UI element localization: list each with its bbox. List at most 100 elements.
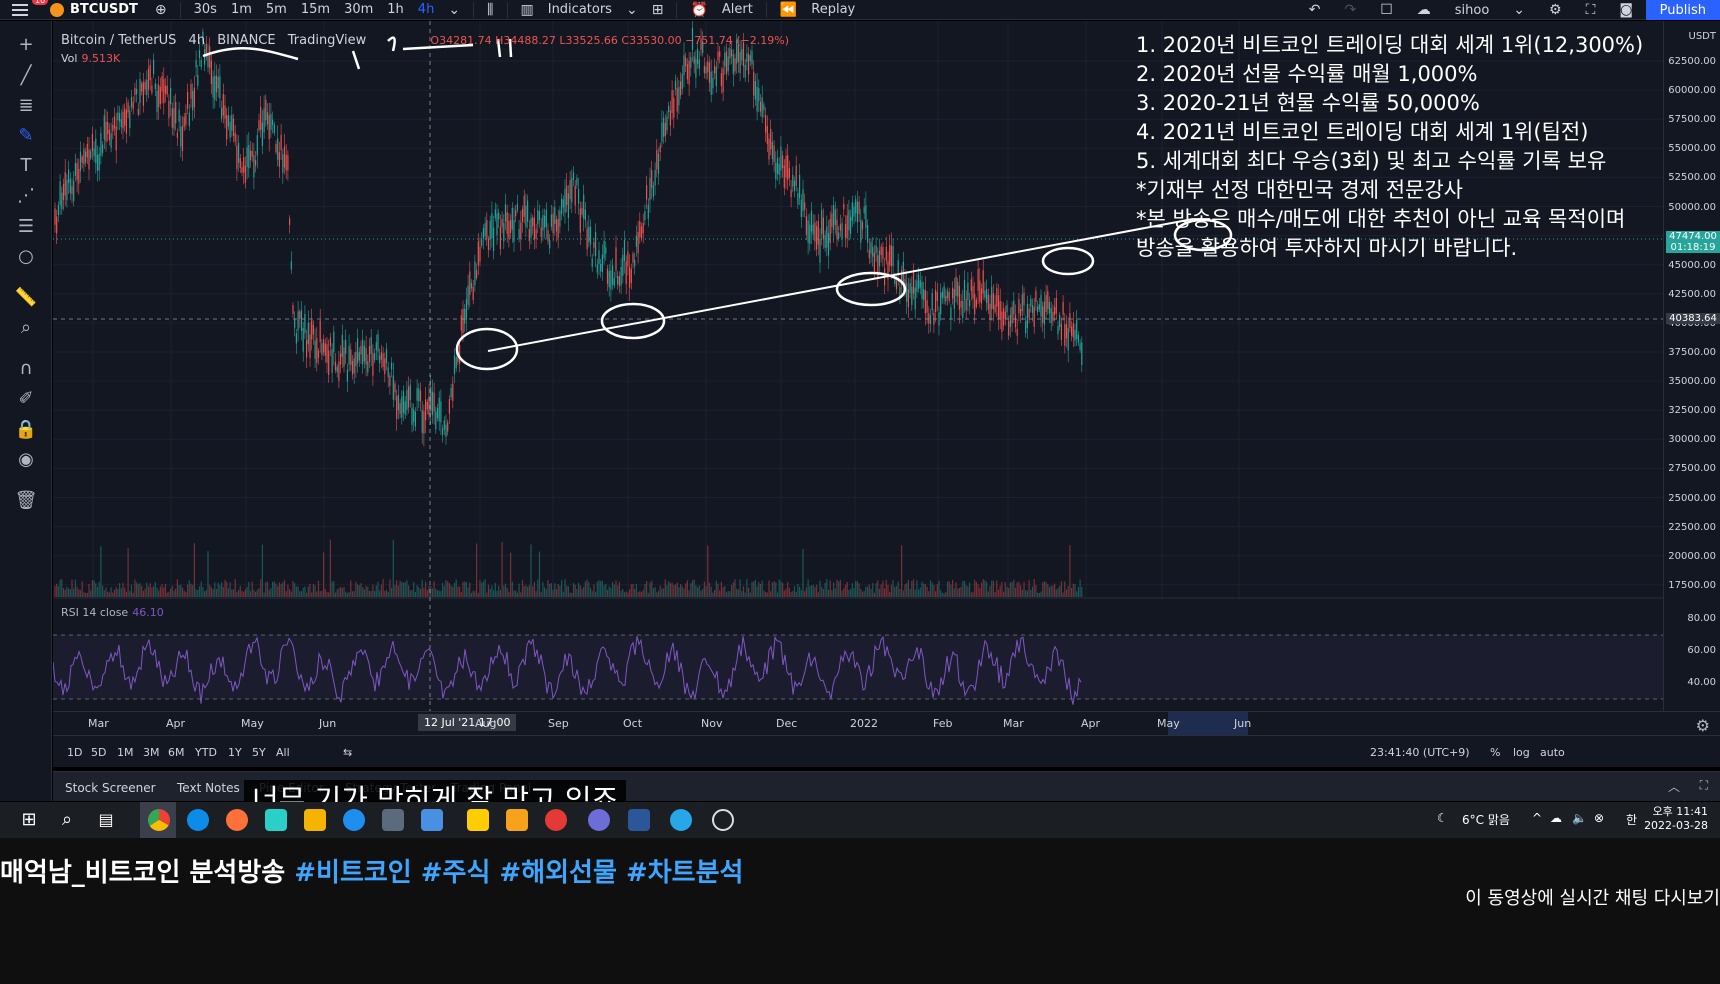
ime-indicator[interactable]: 한 (1626, 811, 1637, 828)
chevron-down-icon[interactable]: ⌄ (619, 2, 645, 18)
volume-bar (503, 585, 505, 597)
windows-start-icon[interactable]: ⊞ (18, 809, 40, 831)
chevron-up-icon[interactable]: ︿ (1668, 778, 1680, 795)
interval-5m[interactable]: 5m (259, 2, 294, 17)
calculator-icon[interactable] (421, 809, 443, 831)
app-icon[interactable] (588, 809, 610, 831)
range-button-3m[interactable]: 3M (143, 746, 160, 759)
gear-icon[interactable]: ⚙ (1696, 716, 1710, 735)
range-button-5d[interactable]: 5D (91, 746, 106, 759)
publish-button[interactable]: Publish (1645, 0, 1720, 20)
task-view-icon[interactable]: ▤ (95, 809, 117, 831)
volume-bar (676, 582, 678, 597)
status-icon[interactable]: ⊗ (1594, 811, 1604, 825)
chevron-up-icon[interactable]: ^ (1532, 811, 1542, 825)
range-button-ytd[interactable]: YTD (195, 746, 217, 759)
volume-bar (736, 588, 738, 597)
word-icon[interactable] (628, 809, 650, 831)
session-clock[interactable]: 23:41:40 (UTC+9) (1370, 746, 1470, 759)
divider (179, 1, 181, 18)
chevron-down-icon[interactable]: ⌄ (441, 2, 467, 18)
auto-toggle[interactable]: auto (1540, 746, 1565, 759)
fib-icon[interactable]: ≣ (14, 94, 38, 118)
symbol-search[interactable]: BTCUSDT (40, 2, 148, 17)
magnet-icon[interactable]: ∩ (14, 357, 38, 381)
obs-icon[interactable] (712, 809, 734, 831)
maximize-icon[interactable]: ⛶ (1700, 778, 1708, 793)
layout-name[interactable]: sihoo (1448, 3, 1497, 18)
range-button-1y[interactable]: 1Y (228, 746, 242, 759)
percent-toggle[interactable]: % (1490, 746, 1500, 759)
interval-4h[interactable]: 4h (411, 2, 442, 17)
interval-30m[interactable]: 30m (337, 2, 380, 17)
volume-bar (419, 588, 422, 597)
volume-bar (272, 581, 274, 597)
indicators-button[interactable]: Indicators (541, 2, 619, 17)
volume-bar (402, 582, 405, 597)
app-icon[interactable] (506, 809, 528, 831)
eye-icon[interactable]: ◉ (14, 448, 38, 472)
compare-plus-icon[interactable]: ⊕ (148, 2, 174, 18)
kakaotalk-icon[interactable] (467, 809, 489, 831)
app-icon[interactable] (265, 809, 287, 831)
divider (473, 1, 475, 18)
volume-icon[interactable]: 🔈 (1572, 811, 1587, 825)
trash-icon[interactable]: 🗑 (14, 489, 38, 513)
replay-button[interactable]: Replay (804, 2, 862, 17)
lock-icon[interactable]: 🔒 (14, 418, 38, 442)
chart-pane[interactable]: Bitcoin / TetherUS 4h BINANCE TradingVie… (53, 21, 1663, 711)
weather[interactable]: 6°C 맑음 (1462, 811, 1510, 828)
forecast-icon[interactable]: ☰ (14, 215, 38, 239)
range-button-1m[interactable]: 1M (117, 746, 134, 759)
ie-icon[interactable] (343, 809, 365, 831)
interval-1h[interactable]: 1h (380, 2, 411, 17)
brush-icon[interactable]: ✎ (14, 124, 38, 148)
candles-icon[interactable]: ⫼ (480, 2, 500, 18)
alert-button[interactable]: Alert (715, 2, 760, 17)
telegram-icon[interactable] (670, 809, 692, 831)
range-button-1d[interactable]: 1D (67, 746, 82, 759)
goto-date-icon[interactable]: ⇆ (343, 746, 352, 759)
pattern-icon[interactable]: ⋰ (14, 184, 38, 208)
layout-grid-icon[interactable]: ⊞ (645, 2, 671, 18)
zoom-in-icon[interactable]: ⌕ (14, 316, 38, 340)
range-button-all[interactable]: All (276, 746, 290, 759)
shape-circle-icon[interactable]: ○ (14, 245, 38, 269)
chevron-down-icon[interactable]: ⌄ (1506, 2, 1532, 18)
range-button-6m[interactable]: 6M (168, 746, 185, 759)
volume-bar (867, 587, 869, 597)
ruler-icon[interactable]: 📏 (14, 286, 38, 310)
panel-tab[interactable]: Stock Screener (65, 781, 156, 795)
interval-1m[interactable]: 1m (224, 2, 259, 17)
chrome-icon[interactable] (148, 809, 170, 831)
video-hashtags[interactable]: #비트코인 #주식 #해외선물 #차트분석 (294, 858, 743, 888)
app-icon[interactable] (382, 809, 404, 831)
text-icon[interactable]: T (14, 154, 38, 178)
network-icon[interactable]: ☁ (1550, 811, 1562, 825)
fullscreen-icon[interactable]: ⛶ (1579, 2, 1603, 18)
undo-icon[interactable]: ↶ (1302, 2, 1328, 18)
search-icon[interactable]: ⌕ (56, 809, 78, 831)
interval-30s[interactable]: 30s (187, 2, 224, 17)
crosshair-icon[interactable]: + (14, 33, 38, 57)
time-axis[interactable]: 12 Jul '21 17:00 ⚙ Mar Apr May Jun Aug Sep Oct… (53, 711, 1720, 735)
redo-icon[interactable]: ↷ (1337, 2, 1363, 18)
pencil-lock-icon[interactable]: ✐ (14, 387, 38, 411)
firefox-icon[interactable] (226, 809, 248, 831)
edge-icon[interactable] (187, 809, 209, 831)
live-chat-replay[interactable]: 이 동영상에 실시간 채팅 다시보기 (1465, 884, 1720, 910)
price-axis[interactable]: USDT 62500.00 60000.00 57500.00 55000.00 525… (1663, 21, 1720, 711)
camera-icon[interactable]: ◙ (1612, 2, 1640, 18)
system-clock[interactable]: 오후 11:41 2022-03-28 (1644, 805, 1708, 833)
gear-icon[interactable]: ⚙ (1542, 2, 1569, 18)
log-toggle[interactable]: log (1513, 746, 1530, 759)
app-icon[interactable] (545, 809, 567, 831)
layout-square-icon[interactable]: ☐ (1373, 2, 1400, 18)
volume-bar (969, 582, 971, 597)
trendline-icon[interactable]: ╱ (14, 64, 38, 88)
panel-tab[interactable]: Text Notes (177, 781, 240, 795)
file-explorer-icon[interactable] (304, 809, 326, 831)
range-button-5y[interactable]: 5Y (252, 746, 266, 759)
interval-15m[interactable]: 15m (294, 2, 337, 17)
menu-button[interactable]: 10 (0, 0, 49, 20)
